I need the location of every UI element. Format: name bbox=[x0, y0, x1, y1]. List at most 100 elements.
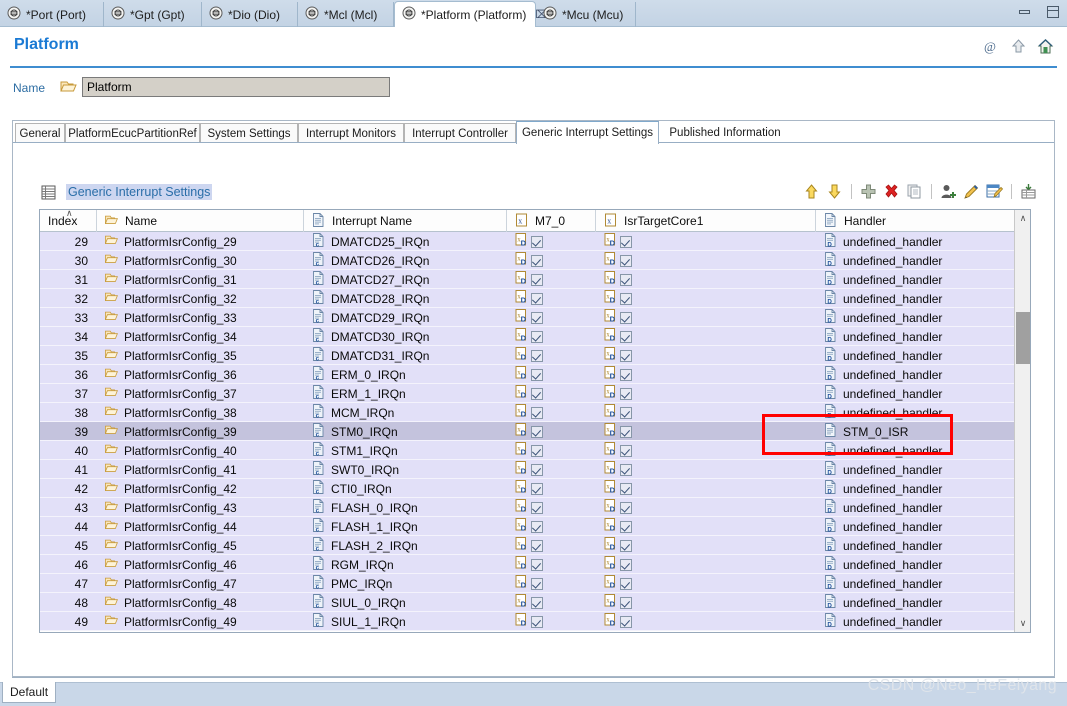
cell-isr-target-core1[interactable]: xD bbox=[596, 460, 816, 479]
cell-isr-target-core1[interactable]: xD bbox=[596, 289, 816, 308]
tab-general[interactable]: General bbox=[15, 123, 65, 143]
m7-0-checkbox[interactable] bbox=[531, 615, 543, 628]
column-header-index[interactable]: ∧ Index bbox=[40, 210, 97, 232]
editor-tab-platform-platform[interactable]: *Platform (Platform) ⌧ bbox=[394, 1, 548, 27]
editor-tab-dio-dio[interactable]: *Dio (Dio) bbox=[202, 2, 298, 27]
cell-isr-target-core1[interactable]: xD bbox=[596, 612, 816, 631]
cell-interrupt-name[interactable]: c DMATCD27_IRQn bbox=[304, 270, 507, 289]
cell-interrupt-name[interactable]: c DMATCD26_IRQn bbox=[304, 251, 507, 270]
isr-target-core1-checkbox[interactable] bbox=[620, 482, 632, 495]
table-row[interactable]: 38 PlatformIsrConfig_38 c MCM_IRQn x Dx D Dunde… bbox=[40, 403, 1030, 422]
table-row[interactable]: 43 PlatformIsrConfig_43 c FLASH_0_IRQn x Dx D D… bbox=[40, 498, 1030, 517]
cell-m7-0[interactable]: xD bbox=[507, 479, 596, 498]
m7-0-checkbox[interactable] bbox=[531, 482, 543, 495]
table-row[interactable]: 45 PlatformIsrConfig_45 c FLASH_2_IRQn x Dx D D… bbox=[40, 536, 1030, 555]
cell-isr-target-core1[interactable]: xD bbox=[596, 536, 816, 555]
cell-handler[interactable]: Dundefined_handler bbox=[816, 270, 1016, 289]
cell-name[interactable]: PlatformIsrConfig_32 bbox=[97, 289, 304, 308]
name-input[interactable]: Platform bbox=[82, 77, 390, 97]
isr-target-core1-checkbox[interactable] bbox=[620, 539, 632, 552]
editor-tab-mcl-mcl[interactable]: *Mcl (Mcl) bbox=[298, 2, 394, 27]
isr-target-core1-checkbox[interactable] bbox=[620, 235, 632, 248]
isr-target-core1-checkbox[interactable] bbox=[620, 463, 632, 476]
m7-0-checkbox[interactable] bbox=[531, 520, 543, 533]
cell-isr-target-core1[interactable]: xD bbox=[596, 574, 816, 593]
cell-name[interactable]: PlatformIsrConfig_49 bbox=[97, 612, 304, 631]
cell-handler[interactable]: Dundefined_handler bbox=[816, 346, 1016, 365]
isr-target-core1-checkbox[interactable] bbox=[620, 406, 632, 419]
cell-m7-0[interactable]: xD bbox=[507, 346, 596, 365]
cell-name[interactable]: PlatformIsrConfig_41 bbox=[97, 460, 304, 479]
isr-target-core1-checkbox[interactable] bbox=[620, 558, 632, 571]
tab-published-information[interactable]: Published Information bbox=[659, 123, 791, 143]
cell-interrupt-name[interactable]: c SIUL_1_IRQn bbox=[304, 612, 507, 631]
cell-interrupt-name[interactable]: c STM1_IRQn bbox=[304, 441, 507, 460]
cell-handler[interactable]: Dundefined_handler bbox=[816, 232, 1016, 251]
cell-isr-target-core1[interactable]: xD bbox=[596, 441, 816, 460]
isr-target-core1-checkbox[interactable] bbox=[620, 501, 632, 514]
m7-0-checkbox[interactable] bbox=[531, 311, 543, 324]
m7-0-checkbox[interactable] bbox=[531, 368, 543, 381]
cell-interrupt-name[interactable]: c ERM_0_IRQn bbox=[304, 365, 507, 384]
cell-name[interactable]: PlatformIsrConfig_35 bbox=[97, 346, 304, 365]
table-row[interactable]: 42 PlatformIsrConfig_42 c CTI0_IRQn x Dx D Dund… bbox=[40, 479, 1030, 498]
cell-m7-0[interactable]: xD bbox=[507, 422, 596, 441]
column-header-m7-0[interactable]: x M7_0 bbox=[507, 210, 596, 232]
table-row[interactable]: 32 PlatformIsrConfig_32 c DMATCD28_IRQn x D x D… bbox=[40, 289, 1030, 308]
m7-0-checkbox[interactable] bbox=[531, 596, 543, 609]
cell-interrupt-name[interactable]: c DMATCD25_IRQn bbox=[304, 232, 507, 251]
editor-tab-gpt-gpt[interactable]: *Gpt (Gpt) bbox=[104, 2, 202, 27]
cell-m7-0[interactable]: xD bbox=[507, 517, 596, 536]
home-icon[interactable] bbox=[1037, 38, 1054, 55]
table-row[interactable]: 47 PlatformIsrConfig_47 c PMC_IRQn x Dx D Dunde… bbox=[40, 574, 1030, 593]
table-row[interactable]: 46 PlatformIsrConfig_46 c RGM_IRQn x Dx D Dunde… bbox=[40, 555, 1030, 574]
cell-isr-target-core1[interactable]: xD bbox=[596, 251, 816, 270]
default-view-tab[interactable]: Default bbox=[2, 682, 57, 703]
cell-isr-target-core1[interactable]: xD bbox=[596, 308, 816, 327]
edit-table-button[interactable] bbox=[986, 183, 1004, 200]
cell-isr-target-core1[interactable]: xD bbox=[596, 270, 816, 289]
table-row[interactable]: 34 PlatformIsrConfig_34 c DMATCD30_IRQn x D x D… bbox=[40, 327, 1030, 346]
m7-0-checkbox[interactable] bbox=[531, 501, 543, 514]
table-row[interactable]: 44 PlatformIsrConfig_44 c FLASH_1_IRQn x Dx D D… bbox=[40, 517, 1030, 536]
cell-name[interactable]: PlatformIsrConfig_37 bbox=[97, 384, 304, 403]
cell-interrupt-name[interactable]: c DMATCD30_IRQn bbox=[304, 327, 507, 346]
cell-interrupt-name[interactable]: c DMATCD28_IRQn bbox=[304, 289, 507, 308]
m7-0-checkbox[interactable] bbox=[531, 349, 543, 362]
cell-handler[interactable]: Dundefined_handler bbox=[816, 479, 1016, 498]
add-user-button[interactable] bbox=[940, 183, 957, 200]
cell-m7-0[interactable]: xD bbox=[507, 289, 596, 308]
cell-handler[interactable]: Dundefined_handler bbox=[816, 498, 1016, 517]
table-row[interactable]: 31 PlatformIsrConfig_31 c DMATCD27_IRQn x D x D… bbox=[40, 270, 1030, 289]
cell-name[interactable]: PlatformIsrConfig_47 bbox=[97, 574, 304, 593]
cell-name[interactable]: PlatformIsrConfig_31 bbox=[97, 270, 304, 289]
column-header-handler[interactable]: Handler bbox=[816, 210, 1016, 232]
cell-interrupt-name[interactable]: c FLASH_0_IRQn bbox=[304, 498, 507, 517]
isr-target-core1-checkbox[interactable] bbox=[620, 368, 632, 381]
table-row[interactable]: 41 PlatformIsrConfig_41 c SWT0_IRQn x Dx D Dund… bbox=[40, 460, 1030, 479]
cell-interrupt-name[interactable]: c SWT0_IRQn bbox=[304, 460, 507, 479]
m7-0-checkbox[interactable] bbox=[531, 292, 543, 305]
cell-m7-0[interactable]: xD bbox=[507, 403, 596, 422]
isr-target-core1-checkbox[interactable] bbox=[620, 311, 632, 324]
delete-button[interactable] bbox=[883, 183, 900, 200]
tab-system-settings[interactable]: System Settings bbox=[200, 123, 298, 143]
column-header-name[interactable]: Name bbox=[97, 210, 304, 232]
cell-isr-target-core1[interactable]: xD bbox=[596, 422, 816, 441]
cell-interrupt-name[interactable]: c STM0_IRQn bbox=[304, 422, 507, 441]
table-vertical-scrollbar[interactable]: ∧ ∨ bbox=[1014, 210, 1030, 632]
cell-interrupt-name[interactable]: c CTI0_IRQn bbox=[304, 479, 507, 498]
m7-0-checkbox[interactable] bbox=[531, 235, 543, 248]
table-row[interactable]: 30 PlatformIsrConfig_30 c DMATCD26_IRQn x D x D… bbox=[40, 251, 1030, 270]
cell-handler[interactable]: Dundefined_handler bbox=[816, 289, 1016, 308]
cell-m7-0[interactable]: xD bbox=[507, 574, 596, 593]
move-down-button[interactable] bbox=[826, 183, 843, 200]
cell-handler[interactable]: Dundefined_handler bbox=[816, 251, 1016, 270]
folder-icon[interactable] bbox=[60, 79, 77, 94]
table-row[interactable]: 40 PlatformIsrConfig_40 c STM1_IRQn x Dx D Dund… bbox=[40, 441, 1030, 460]
cell-interrupt-name[interactable]: c FLASH_1_IRQn bbox=[304, 517, 507, 536]
cell-m7-0[interactable]: xD bbox=[507, 536, 596, 555]
isr-target-core1-checkbox[interactable] bbox=[620, 387, 632, 400]
cell-interrupt-name[interactable]: c FLASH_2_IRQn bbox=[304, 536, 507, 555]
cell-m7-0[interactable]: xD bbox=[507, 251, 596, 270]
